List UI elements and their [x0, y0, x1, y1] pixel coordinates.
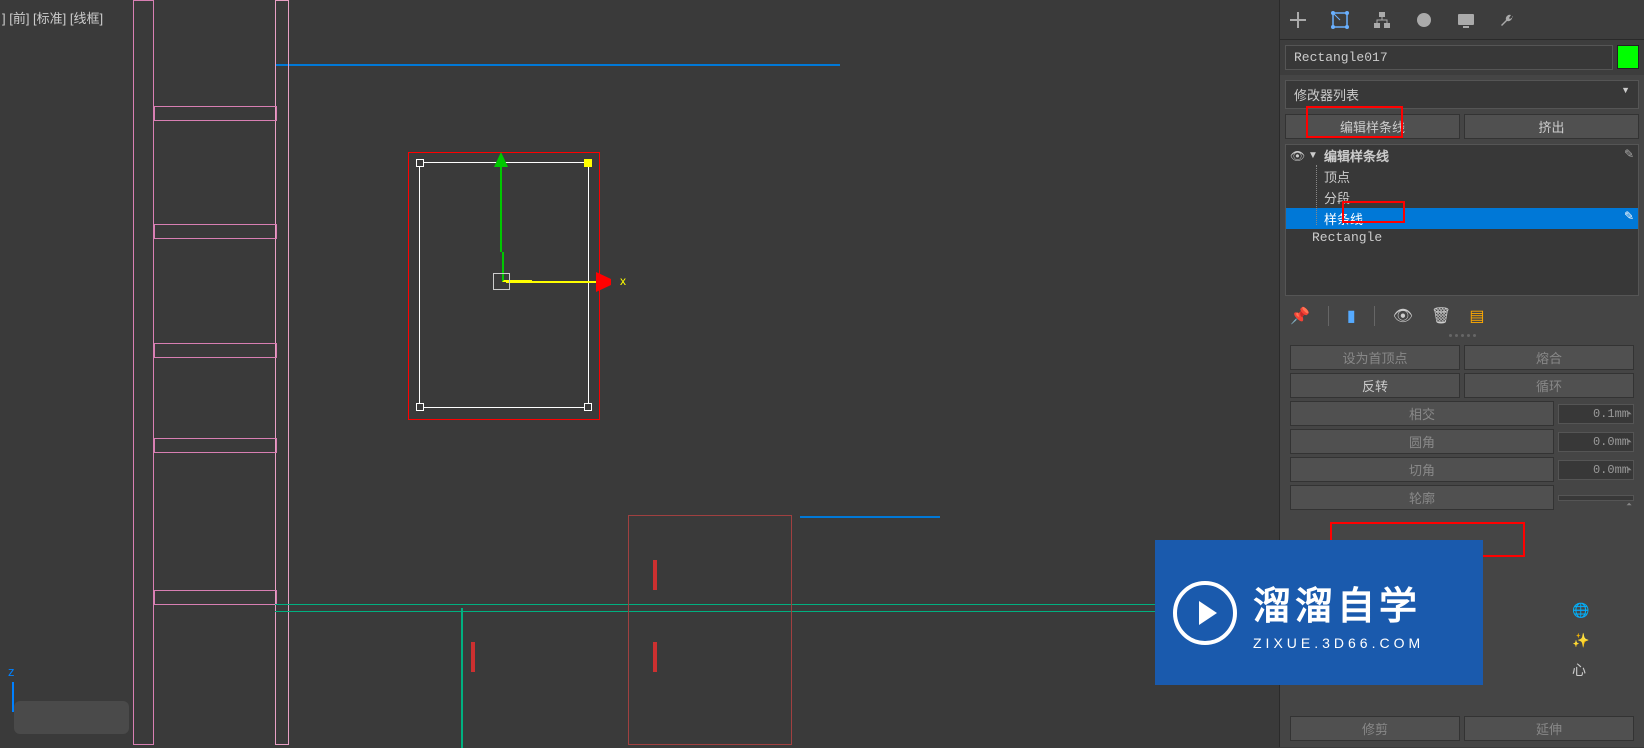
geom-redmark-3	[471, 642, 475, 672]
config-icon[interactable]: ▮	[1347, 306, 1356, 326]
stack-sub-vertex[interactable]: 顶点	[1286, 166, 1638, 187]
stack-sub-segment[interactable]: 分段	[1286, 187, 1638, 208]
delete-icon[interactable]: 🗑	[1431, 306, 1451, 326]
stack-item-base[interactable]: Rectangle	[1286, 229, 1638, 246]
weld-button[interactable]: 熔合	[1464, 345, 1634, 370]
pin-icon[interactable]: 📌	[1290, 306, 1310, 326]
stack-toolbar: 📌 ▮ 👁 🗑 ▤	[1280, 301, 1644, 331]
first-vertex-button[interactable]: 设为首顶点	[1290, 345, 1460, 370]
extend-button[interactable]: 延伸	[1464, 716, 1634, 741]
object-color-swatch[interactable]	[1617, 45, 1639, 69]
geom-shelf-vert	[133, 0, 154, 745]
geom-shelf-h2	[154, 224, 277, 239]
vertex-handle-first[interactable]	[584, 159, 592, 167]
create-tab-icon[interactable]	[1286, 8, 1310, 32]
options-icon[interactable]: ▤	[1469, 306, 1484, 326]
outline-button[interactable]: 轮廓	[1290, 485, 1554, 510]
edit-spline-button[interactable]: 编辑样条线	[1285, 114, 1460, 139]
geom-shelf-h4	[154, 438, 277, 453]
edit-icon[interactable]: ✎	[1624, 209, 1634, 223]
edit-icon[interactable]: ✎	[1624, 147, 1634, 161]
panel-split-grip[interactable]	[1280, 331, 1644, 339]
parameters-rollout: 设为首顶点熔合 反转循环 相交0.1mm 圆角0.0mm 切角0.0mm 轮廓	[1280, 339, 1644, 519]
trim-button[interactable]: 修剪	[1290, 716, 1460, 741]
eye-icon[interactable]: 👁	[1290, 149, 1308, 163]
watermark-subtitle: ZIXUE.3D66.COM	[1253, 635, 1424, 651]
intersect-spinner[interactable]: 0.1mm	[1558, 404, 1634, 424]
viewport-nav-control[interactable]	[14, 701, 129, 734]
world-axis-z-label: z	[8, 664, 15, 679]
stack-sub-spline[interactable]: 样条线	[1286, 208, 1638, 229]
gizmo-y-arrow[interactable]	[494, 152, 508, 167]
gizmo-center[interactable]	[493, 273, 510, 290]
geom-line-blue-1	[275, 64, 840, 66]
geom-redmark-1	[653, 560, 657, 590]
geom-red-box	[628, 515, 792, 745]
hierarchy-tab-icon[interactable]	[1370, 8, 1394, 32]
cycle-button[interactable]: 循环	[1464, 373, 1634, 398]
geom-shelf-vert-2	[275, 0, 289, 745]
center-label: 心	[1572, 660, 1592, 680]
object-name-field[interactable]: Rectangle017	[1285, 45, 1613, 70]
show-result-icon[interactable]: 👁	[1393, 306, 1413, 326]
geom-shelf-h5	[154, 590, 277, 605]
viewport-front[interactable]: ] [前] [标准] [线框] x z	[0, 0, 1280, 747]
geom-shelf-h1	[154, 106, 277, 121]
intersect-button[interactable]: 相交	[1290, 401, 1554, 426]
modifier-list-dropdown[interactable]: 修改器列表	[1285, 80, 1639, 109]
fillet-button[interactable]: 圆角	[1290, 429, 1554, 454]
geom-green-v	[461, 608, 463, 748]
utilities-tab-icon[interactable]	[1496, 8, 1520, 32]
viewport-label[interactable]: ] [前] [标准] [线框]	[2, 8, 103, 27]
tool-icon-1[interactable]: 🌐	[1572, 602, 1592, 622]
chamfer-spinner[interactable]: 0.0mm	[1558, 460, 1634, 480]
geom-redmark-2	[653, 642, 657, 672]
extrude-button[interactable]: 挤出	[1464, 114, 1639, 139]
panel-tabs	[1280, 0, 1644, 40]
watermark-overlay: 溜溜自学 ZIXUE.3D66.COM	[1155, 540, 1483, 685]
play-icon	[1173, 581, 1237, 645]
modifier-stack[interactable]: 👁▼编辑样条线✎ 顶点 分段 样条线 Rectangle ✎	[1285, 144, 1639, 296]
fillet-spinner[interactable]: 0.0mm	[1558, 432, 1634, 452]
tool-icon-2[interactable]: ✨	[1572, 632, 1592, 652]
stack-item-editspline[interactable]: 编辑样条线	[1324, 146, 1389, 165]
vertex-handle[interactable]	[584, 403, 592, 411]
reverse-button[interactable]: 反转	[1290, 373, 1460, 398]
modify-tab-icon[interactable]	[1328, 8, 1352, 32]
display-tab-icon[interactable]	[1454, 8, 1478, 32]
gizmo-x-label: x	[620, 274, 626, 288]
vertex-handle[interactable]	[416, 159, 424, 167]
gizmo-x-arrow[interactable]	[596, 272, 616, 292]
vertex-handle[interactable]	[416, 403, 424, 411]
geom-shelf-h3	[154, 343, 277, 358]
chamfer-button[interactable]: 切角	[1290, 457, 1554, 482]
outline-spinner[interactable]	[1558, 495, 1634, 501]
motion-tab-icon[interactable]	[1412, 8, 1436, 32]
gizmo-y-axis[interactable]	[500, 162, 502, 252]
geom-line-blue-2	[800, 516, 940, 518]
watermark-title: 溜溜自学	[1253, 575, 1424, 630]
